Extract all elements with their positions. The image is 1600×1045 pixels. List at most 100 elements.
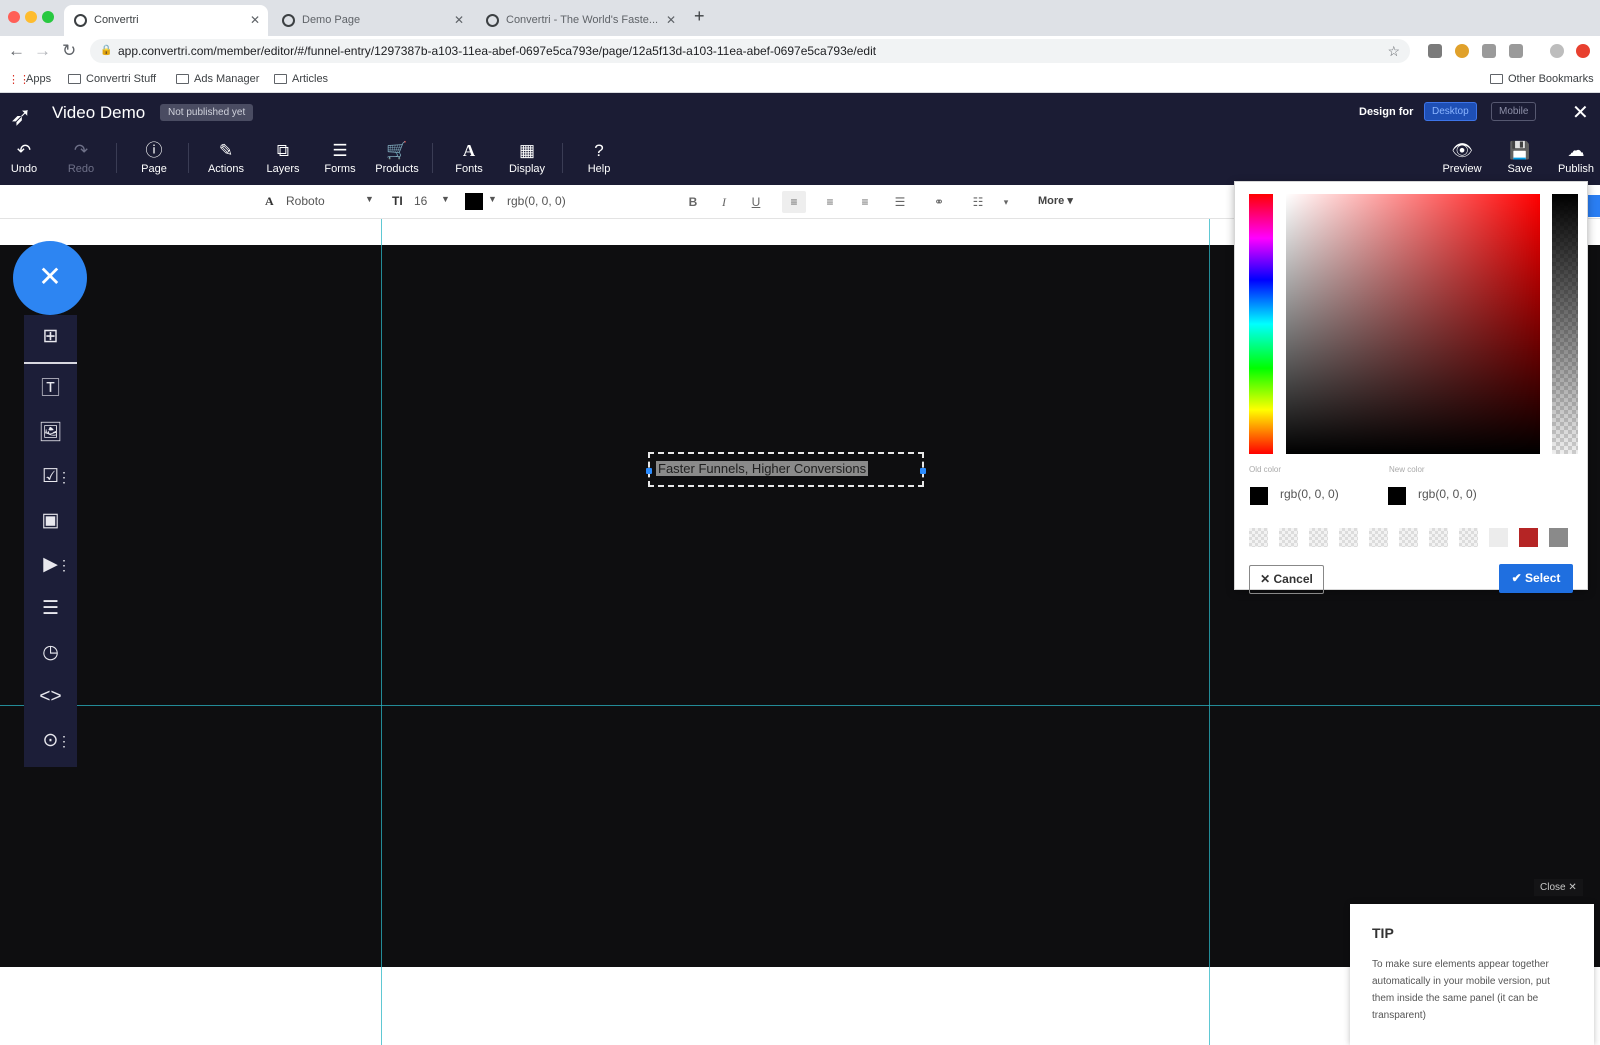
chevron-down-icon[interactable]: ▾	[994, 191, 1018, 213]
image-element-icon[interactable]: 🖼	[24, 411, 77, 455]
preset-color-empty[interactable]	[1429, 528, 1448, 547]
bookmark-other-bookmarks[interactable]: Other Bookmarks	[1490, 73, 1594, 85]
more-elements-icon[interactable]: ⊙ ⋮	[24, 719, 77, 763]
resize-handle-right[interactable]	[920, 468, 926, 474]
chevron-down-icon[interactable]: ▼	[441, 194, 450, 204]
eye-icon: 👁	[1451, 141, 1473, 160]
window-close-button[interactable]	[8, 11, 20, 23]
select-button[interactable]: ✔ Select	[1499, 564, 1573, 593]
bookmark-star-icon[interactable]: ☆	[1387, 39, 1400, 63]
text-color-swatch[interactable]	[465, 193, 483, 210]
side-panel-tab[interactable]	[1588, 195, 1600, 217]
preset-color-empty[interactable]	[1339, 528, 1358, 547]
url-field[interactable]: 🔒 app.convertri.com/member/editor/#/funn…	[90, 39, 1410, 63]
color-value-input[interactable]: rgb(0, 0, 0)	[507, 194, 566, 208]
bookmark-convertri-stuff[interactable]: Convertri Stuff	[68, 73, 156, 85]
extension-eyedropper-icon[interactable]	[1428, 44, 1442, 58]
tab-close-icon[interactable]: ✕	[666, 5, 676, 36]
back-arrow-icon[interactable]: ←	[8, 41, 25, 61]
chevron-down-icon[interactable]: ▼	[365, 194, 374, 204]
fonts-button[interactable]: A Fonts	[441, 141, 497, 175]
hue-slider[interactable]	[1249, 194, 1273, 454]
resize-handle-left[interactable]	[646, 468, 652, 474]
browser-tab-convertri-home[interactable]: Convertri - The World's Faste... ✕	[476, 5, 684, 36]
publish-button[interactable]: ☁ Publish	[1548, 141, 1600, 175]
preset-color-empty[interactable]	[1459, 528, 1478, 547]
window-minimize-button[interactable]	[25, 11, 37, 23]
extension-opera-icon[interactable]	[1576, 44, 1590, 58]
design-mobile-button[interactable]: Mobile	[1491, 102, 1537, 121]
preset-color-red[interactable]	[1519, 528, 1538, 547]
link-icon[interactable]: ⚭	[927, 191, 951, 213]
forms-button[interactable]: ☰ Forms	[312, 141, 368, 175]
preset-color-empty[interactable]	[1249, 528, 1268, 547]
save-button[interactable]: 💾 Save	[1492, 141, 1548, 175]
preset-color-light[interactable]	[1489, 528, 1508, 547]
undo-button[interactable]: ↶ Undo	[0, 141, 52, 175]
help-button[interactable]: ? Help	[571, 141, 627, 175]
close-editor-icon[interactable]: ✕	[1572, 100, 1589, 125]
layers-button[interactable]: ⧉ Layers	[255, 141, 311, 175]
italic-icon[interactable]: I	[712, 191, 736, 213]
extension-globe-icon[interactable]	[1455, 44, 1469, 58]
bookmark-ads-manager[interactable]: Ads Manager	[176, 73, 259, 85]
align-left-icon[interactable]: ≡	[782, 191, 806, 213]
font-family-select[interactable]: Roboto	[286, 194, 325, 208]
tab-close-icon[interactable]: ✕	[454, 5, 464, 36]
browser-tab-demo-page[interactable]: Demo Page ✕	[272, 5, 472, 36]
browser-tab-convertri[interactable]: Convertri ✕	[64, 5, 268, 36]
preset-color-gray[interactable]	[1549, 528, 1568, 547]
bold-icon[interactable]: B	[681, 191, 705, 213]
products-button[interactable]: 🛒 Products	[369, 141, 425, 175]
align-justify-icon[interactable]: ☰	[888, 191, 912, 213]
bookmark-apps[interactable]: ⋮⋮ Apps	[8, 73, 51, 86]
cancel-button[interactable]: ✕ Cancel	[1249, 565, 1324, 594]
list-icon[interactable]: ☷	[966, 191, 990, 213]
timer-element-icon[interactable]: ◷	[24, 631, 77, 675]
text-element-icon[interactable]: 🅃	[24, 367, 77, 411]
new-tab-icon[interactable]: +	[694, 6, 705, 27]
form-element-icon[interactable]: ☑ ⋮	[24, 455, 77, 499]
more-options-icon[interactable]: ⋮	[57, 543, 71, 587]
close-elements-fab[interactable]: ✕	[13, 241, 87, 315]
redo-button[interactable]: ↷ Redo	[53, 141, 109, 175]
forward-arrow-icon[interactable]: →	[34, 41, 51, 61]
align-right-icon[interactable]: ≡	[853, 191, 877, 213]
video-element-icon[interactable]: ▶ ⋮	[24, 543, 77, 587]
align-center-icon[interactable]: ≡	[818, 191, 842, 213]
alpha-slider[interactable]	[1552, 194, 1578, 454]
sections-icon[interactable]: ⊞	[24, 315, 77, 359]
preset-color-empty[interactable]	[1369, 528, 1388, 547]
old-color-swatch[interactable]	[1250, 487, 1268, 505]
design-desktop-button[interactable]: Desktop	[1424, 102, 1477, 121]
more-options-icon[interactable]: ⋮	[57, 719, 71, 763]
page-button[interactable]: ⓘ Page	[126, 141, 182, 175]
bookmark-articles[interactable]: Articles	[274, 73, 328, 85]
preset-color-empty[interactable]	[1399, 528, 1418, 547]
actions-button[interactable]: ✎ Actions	[198, 141, 254, 175]
extension-camera-icon[interactable]	[1482, 44, 1496, 58]
close-tip-button[interactable]: Close ✕	[1534, 879, 1583, 896]
new-color-swatch[interactable]	[1388, 487, 1406, 505]
chevron-down-icon[interactable]: ▼	[488, 194, 497, 204]
panel-element-icon[interactable]: ▣	[24, 499, 77, 543]
list-element-icon[interactable]: ☰	[24, 587, 77, 631]
new-color-value[interactable]: rgb(0, 0, 0)	[1418, 487, 1477, 501]
extension-cast-icon[interactable]	[1509, 44, 1523, 58]
headline-text[interactable]: Faster Funnels, Higher Conversions	[656, 461, 869, 476]
reload-icon[interactable]: ↻	[62, 41, 76, 61]
preset-color-empty[interactable]	[1279, 528, 1298, 547]
preset-color-empty[interactable]	[1309, 528, 1328, 547]
underline-icon[interactable]: U	[744, 191, 768, 213]
font-size-select[interactable]: 16	[414, 194, 427, 208]
preview-button[interactable]: 👁 Preview	[1434, 141, 1490, 175]
more-button[interactable]: More ▾	[1038, 194, 1073, 207]
more-options-icon[interactable]: ⋮	[57, 455, 71, 499]
tab-close-icon[interactable]: ✕	[250, 5, 260, 36]
profile-avatar-icon[interactable]	[1550, 44, 1564, 58]
code-element-icon[interactable]: <>	[24, 675, 77, 719]
saturation-value-area[interactable]	[1286, 194, 1540, 454]
window-maximize-button[interactable]	[42, 11, 54, 23]
headline-text-element[interactable]: Faster Funnels, Higher Conversions	[646, 452, 926, 487]
display-button[interactable]: ▦ Display	[499, 141, 555, 175]
